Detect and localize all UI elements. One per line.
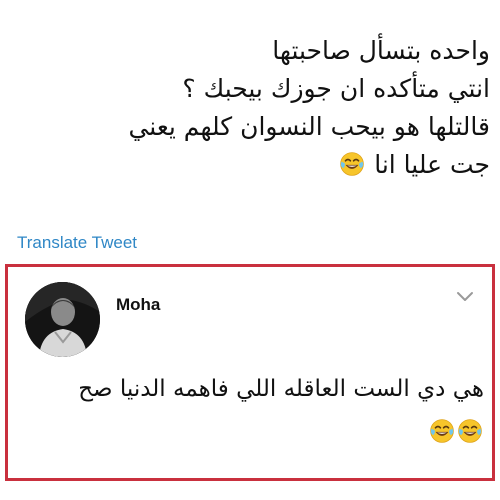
reply-emoji-line [19,411,484,455]
tweet-line-4-text: جت عليا انا [374,150,490,179]
face-with-tears-of-joy-icon [457,418,483,444]
tweet-line-3: قالتلها هو بيحب النسوان كلهم يعني [128,112,490,141]
chevron-down-icon[interactable] [456,289,474,303]
reply-card[interactable]: Moha هي دي الست العاقله اللي فاهمه الدني… [5,264,495,481]
translate-tweet-link[interactable]: Translate Tweet [17,233,137,253]
face-with-tears-of-joy-icon [339,151,365,177]
tweet-text: واحده بتسأل صاحبتها انتي متأكده ان جوزك … [20,32,490,184]
reply-author-name[interactable]: Moha [116,295,160,315]
avatar[interactable] [25,282,100,357]
face-with-tears-of-joy-icon [429,418,455,444]
tweet-line-4: جت عليا انا [20,146,490,184]
reply-text: هي دي الست العاقله اللي فاهمه الدنيا صح [19,367,484,455]
tweet-line-2: انتي متأكده ان جوزك بيحبك ؟ [182,74,490,103]
reply-line-1: هي دي الست العاقله اللي فاهمه الدنيا صح [78,376,484,402]
tweet-line-1: واحده بتسأل صاحبتها [272,36,490,65]
